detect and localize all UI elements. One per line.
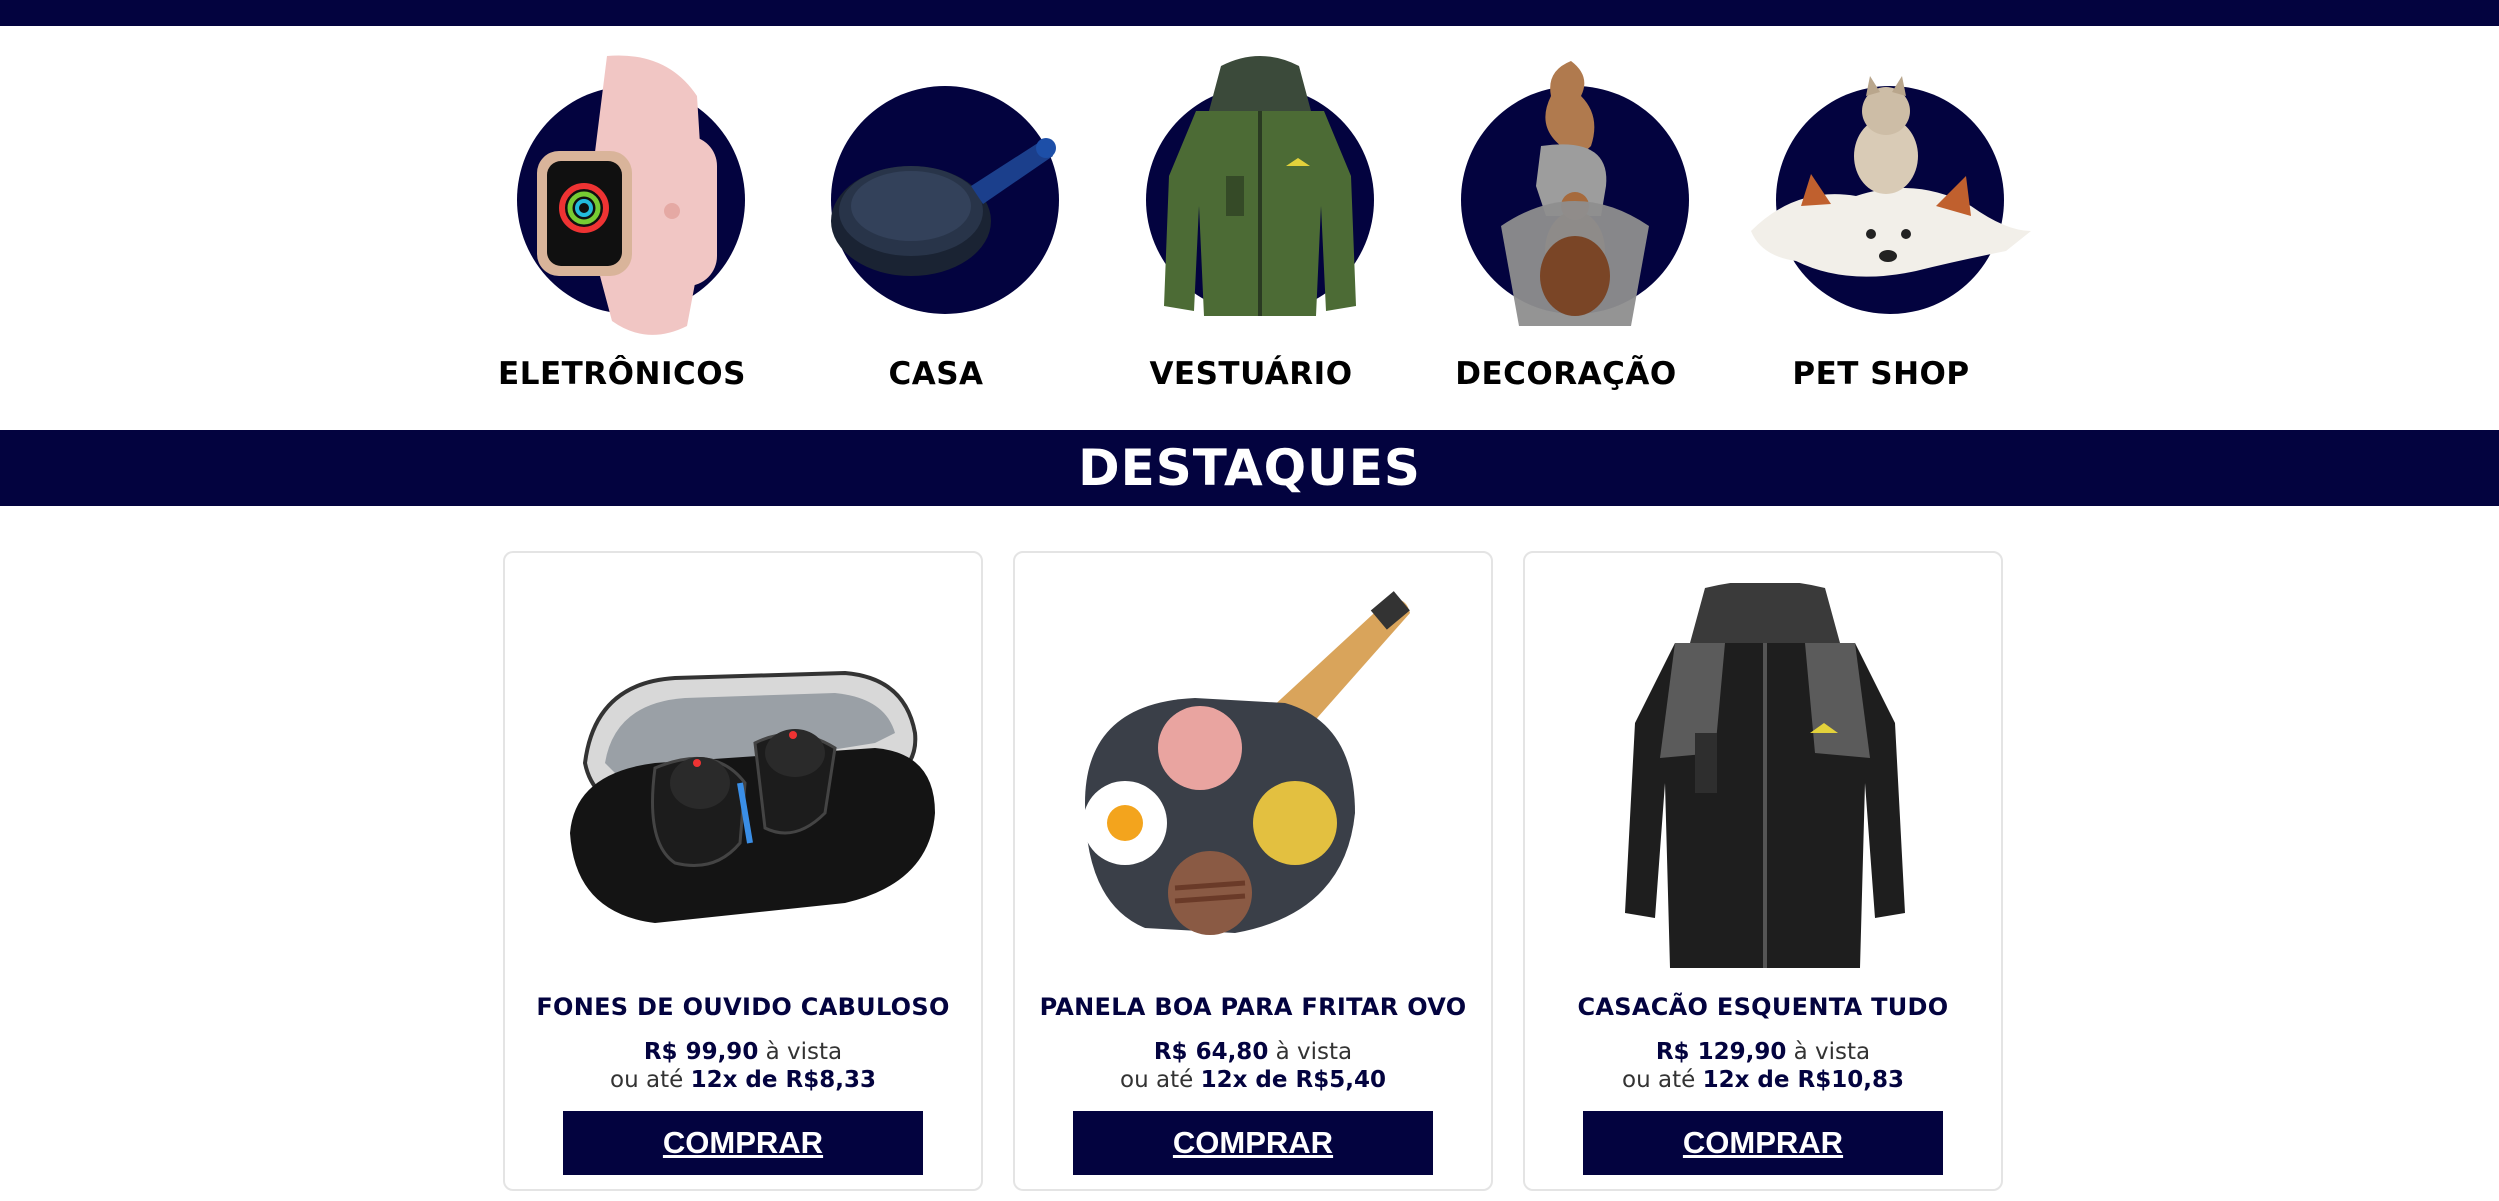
product-image[interactable] bbox=[1565, 580, 1965, 983]
sculpture-icon bbox=[1501, 61, 1649, 326]
product-name: CASACÃO ESQUENTA TUDO bbox=[1577, 993, 1949, 1021]
earbuds-icon bbox=[570, 670, 935, 923]
product-name: PANELA BOA PARA FRITAR OVO bbox=[1039, 993, 1467, 1021]
product-installment: ou até 12x de R$5,40 bbox=[1120, 1067, 1386, 1093]
category-circle bbox=[517, 55, 745, 335]
category-decor[interactable]: DECORAÇÃO bbox=[1416, 61, 1716, 426]
section-banner: DESTAQUES bbox=[0, 430, 2499, 506]
category-label: PET SHOP bbox=[1792, 356, 1970, 392]
egg-pan-icon bbox=[1083, 591, 1410, 935]
category-petshop[interactable]: PET SHOP bbox=[1731, 76, 2031, 426]
product-card: FONES DE OUVIDO CABULOSO R$ 99,90 à vist… bbox=[503, 551, 983, 1191]
category-circle bbox=[831, 86, 1059, 314]
product-image[interactable] bbox=[1055, 583, 1455, 983]
category-list: ELETRÔNICOS CASA VESTUÁRIO DECORAÇÃO PET… bbox=[0, 26, 2499, 430]
product-installment: ou até 12x de R$8,33 bbox=[610, 1067, 876, 1093]
category-label: CASA bbox=[888, 356, 984, 392]
category-label: DECORAÇÃO bbox=[1455, 356, 1677, 392]
product-installment: ou até 12x de R$10,83 bbox=[1622, 1067, 1904, 1093]
category-circle bbox=[1146, 56, 1374, 316]
product-card: PANELA BOA PARA FRITAR OVO R$ 64,80 à vi… bbox=[1013, 551, 1493, 1191]
frying-pan-icon bbox=[831, 138, 1056, 276]
product-card: CASACÃO ESQUENTA TUDO R$ 129,90 à vista … bbox=[1523, 551, 2003, 1191]
smartwatch-icon bbox=[537, 55, 717, 335]
category-electronics[interactable]: ELETRÔNICOS bbox=[472, 55, 772, 426]
top-bar bbox=[0, 0, 2499, 26]
category-home[interactable]: CASA bbox=[786, 86, 1086, 426]
buy-button[interactable]: COMPRAR bbox=[1583, 1111, 1943, 1175]
section-title: DESTAQUES bbox=[1078, 439, 1421, 497]
buy-button[interactable]: COMPRAR bbox=[1073, 1111, 1433, 1175]
product-price: R$ 129,90 à vista bbox=[1655, 1039, 1871, 1065]
category-circle bbox=[1751, 76, 2031, 314]
jacket-icon bbox=[1164, 56, 1356, 316]
category-label: VESTUÁRIO bbox=[1149, 356, 1353, 392]
product-image[interactable] bbox=[545, 583, 945, 983]
product-name: FONES DE OUVIDO CABULOSO bbox=[536, 993, 950, 1021]
pets-icon bbox=[1751, 76, 2031, 277]
category-label: ELETRÔNICOS bbox=[498, 356, 746, 392]
product-price: R$ 64,80 à vista bbox=[1153, 1039, 1353, 1065]
black-jacket-icon bbox=[1625, 580, 1905, 968]
product-price: R$ 99,90 à vista bbox=[643, 1039, 843, 1065]
buy-button[interactable]: COMPRAR bbox=[563, 1111, 923, 1175]
category-circle bbox=[1461, 61, 1689, 326]
category-clothing[interactable]: VESTUÁRIO bbox=[1101, 56, 1401, 426]
